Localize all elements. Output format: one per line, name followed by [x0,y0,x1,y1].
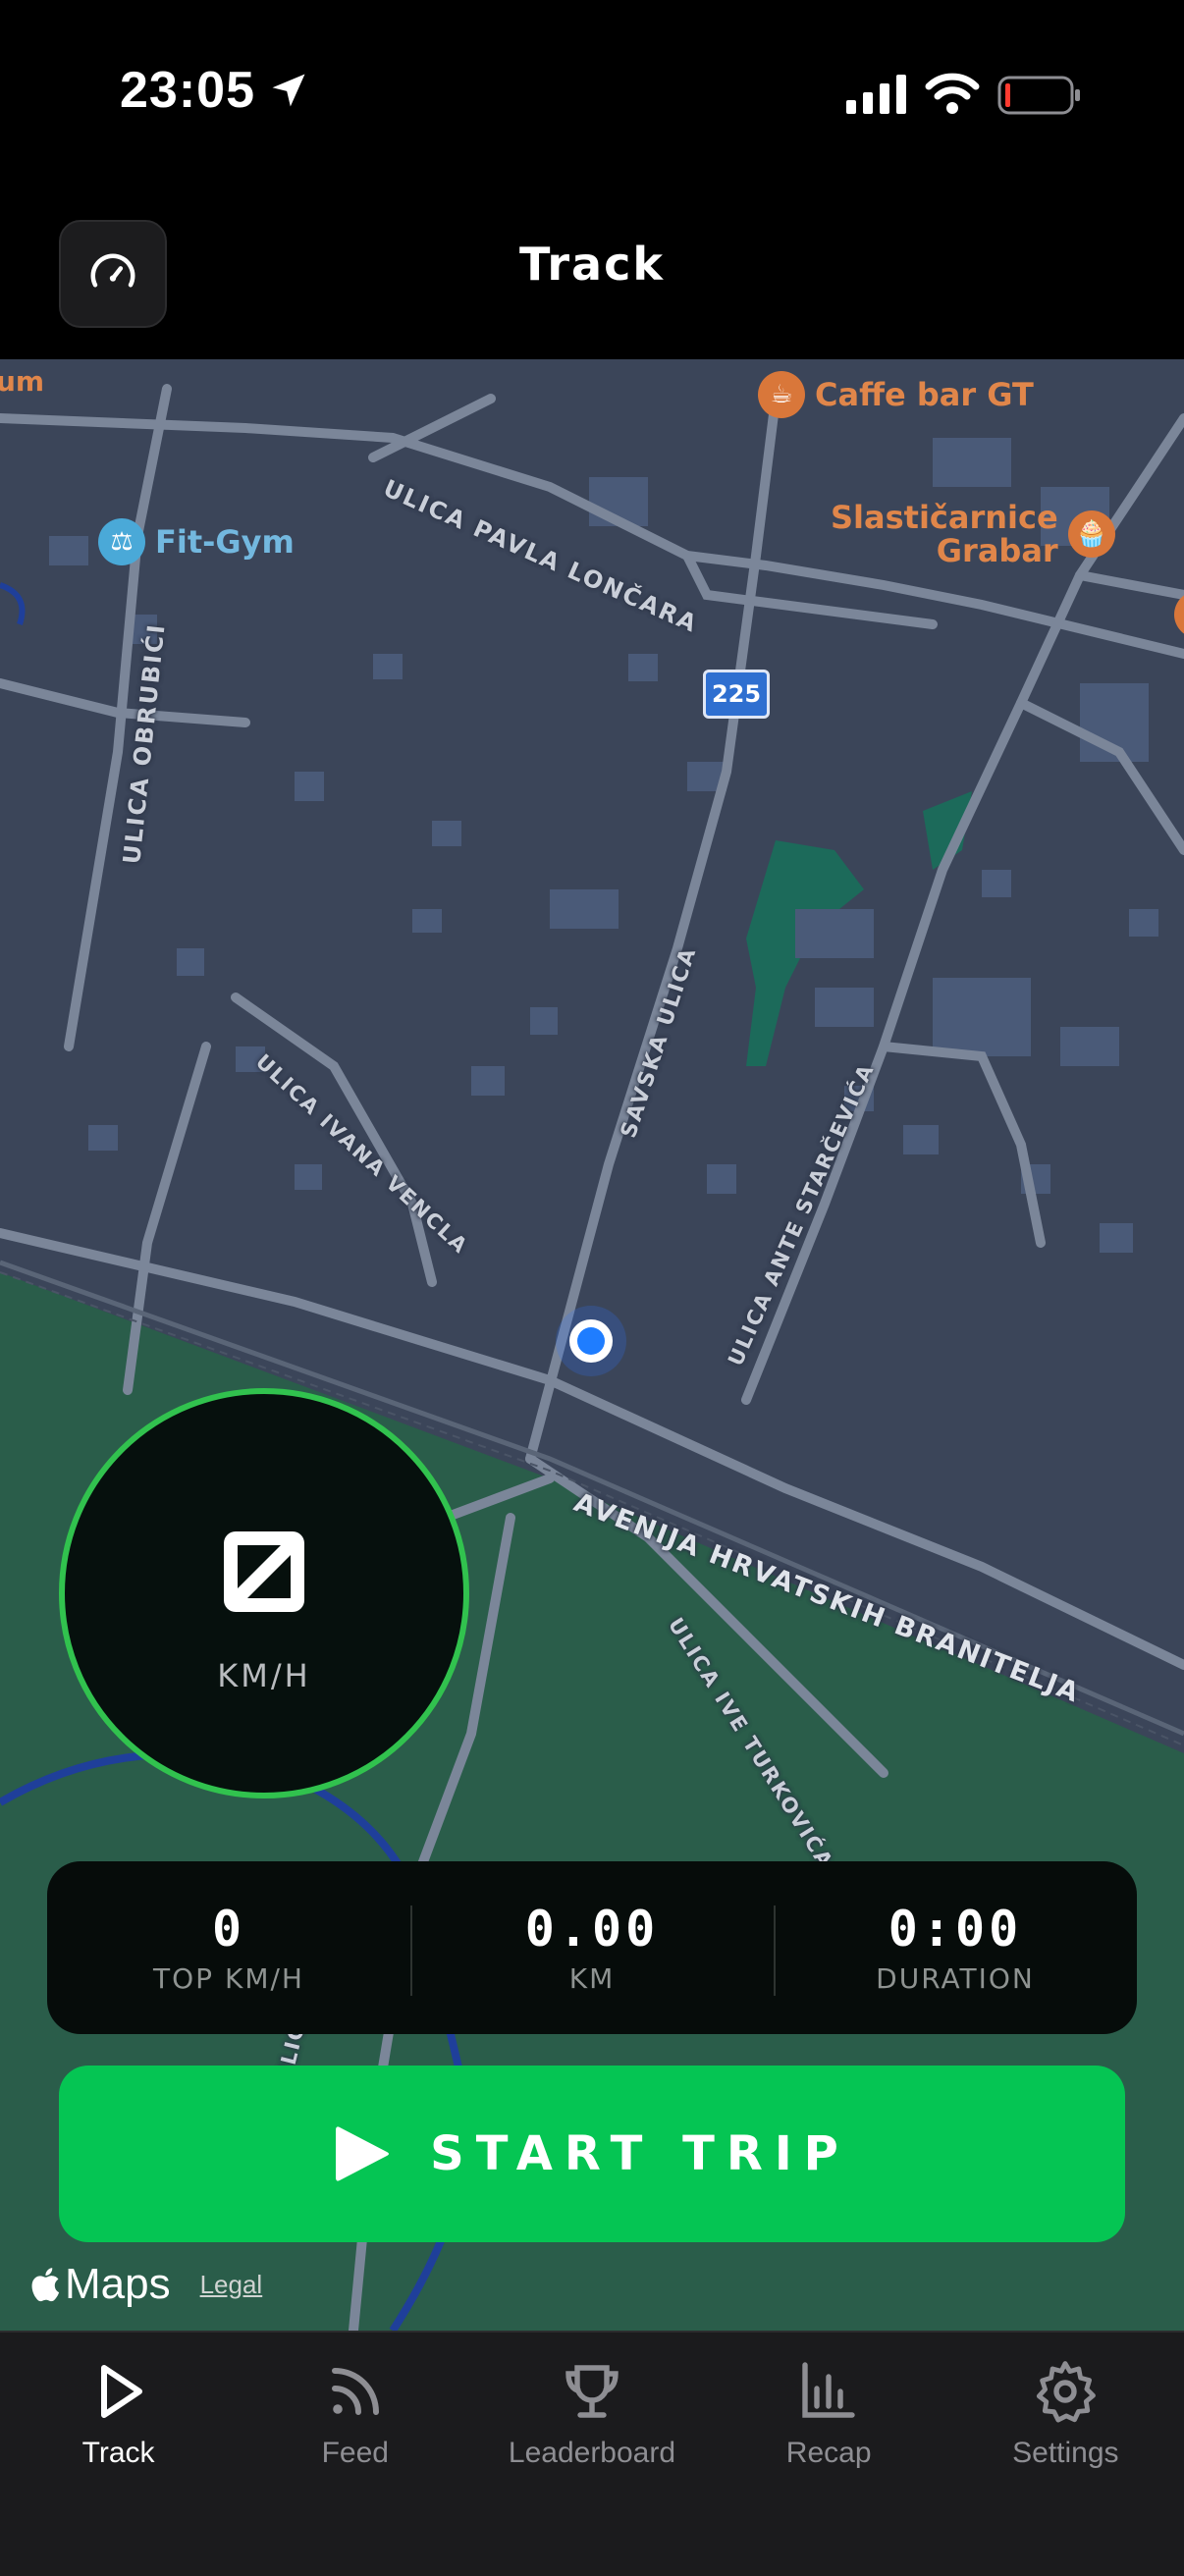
battery-icon [997,76,1080,115]
poi-slasticarnice-grabar[interactable]: Slastičarnice Grabar 🧁 [831,501,1115,567]
apple-logo-icon [31,2268,60,2302]
tab-label: Feed [321,2437,389,2469]
cellular-signal-icon [846,75,906,114]
bar-chart-icon [802,2362,855,2418]
play-icon [100,2365,142,2418]
stat-top-speed: 0 TOP KM/H [47,1902,410,1995]
wifi-icon [925,73,980,114]
status-bar: 23:05 [0,0,1184,187]
feed-icon [331,2368,379,2415]
stat-distance: 0.00 KM [410,1900,774,1996]
tab-bar: Track Feed Leaderboard Recap Settings [0,2331,1184,2576]
speed-gauge: KM/H [59,1388,469,1798]
page-title: Track [519,238,665,291]
maps-attribution: Maps Legal [27,2260,262,2309]
tab-label: Settings [1012,2437,1119,2469]
stat-value: 0 [211,1900,246,1958]
tab-label: Recap [785,2437,872,2469]
stat-label: TOP KM/H [153,1961,304,1995]
tab-label: Leaderboard [508,2437,676,2469]
coffee-cup-icon: ☕ [758,371,805,418]
stat-label: DURATION [876,1961,1035,1995]
stat-duration: 0:00 DURATION [774,1900,1137,1996]
trip-stats-panel: 0 TOP KM/H 0.00 KM 0:00 DURATION [47,1861,1137,2034]
header: Track [0,187,1184,359]
tab-feed[interactable]: Feed [237,2333,473,2576]
poi-caffe-bar-gt[interactable]: ☕ Caffe bar GT [758,371,1034,418]
stat-value: 0:00 [888,1900,1023,1958]
legal-link[interactable]: Legal [200,2270,263,2300]
gear-icon [1037,2361,1097,2423]
poi-fit-gym[interactable]: ⚖ Fit-Gym [98,518,295,565]
start-trip-label: START TRIP [430,2126,850,2181]
speed-unit: KM/H [217,1657,311,1694]
tab-leaderboard[interactable]: Leaderboard [473,2333,710,2576]
poi-label: Caffe bar GT [815,376,1034,413]
poi-label: um [0,365,45,398]
no-speed-icon [224,1531,304,1612]
play-icon [336,2126,390,2181]
current-location-dot [569,1319,613,1363]
stat-value: 0.00 [524,1900,660,1958]
trophy-icon [565,2365,619,2418]
map-view[interactable]: ☕ Caffe bar GT Slastičarnice Grabar 🧁 ⚖ … [0,359,1184,2331]
dumbbell-icon: ⚖ [98,518,145,565]
poi-partial[interactable]: um [0,365,44,398]
cupcake-icon: 🧁 [1067,510,1115,558]
tab-track[interactable]: Track [0,2333,237,2576]
tab-label: Track [81,2437,155,2469]
poi-label: Fit-Gym [155,523,295,561]
stat-label: KM [568,1961,616,1995]
speed-unavailable-icon [65,1531,463,1612]
maps-brand: Maps [65,2260,171,2308]
start-trip-button[interactable]: START TRIP [59,2066,1125,2242]
poi-label: Slastičarnice Grabar [831,499,1058,569]
tab-recap[interactable]: Recap [711,2333,947,2576]
route-badge: 225 [703,670,770,719]
status-time: 23:05 [120,62,255,119]
location-arrow-icon [272,74,305,107]
tab-settings[interactable]: Settings [947,2333,1184,2576]
